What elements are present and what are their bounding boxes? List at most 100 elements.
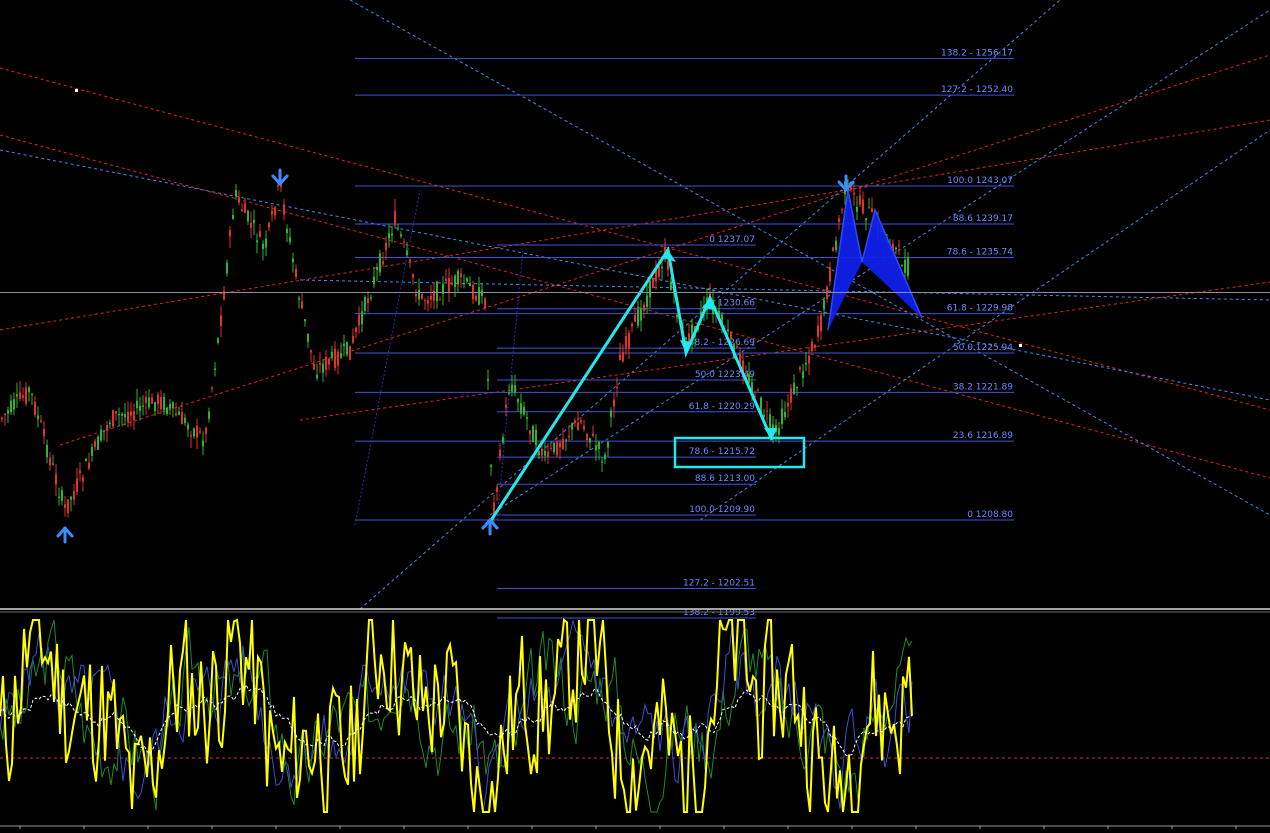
- candle-body: [295, 269, 297, 277]
- trading-chart[interactable]: 138.2 - 1256.17 127.2 - 1252.40 100.0 1243…: [0, 0, 1270, 829]
- candle-body: [346, 341, 348, 355]
- candle-body: [460, 273, 462, 278]
- candle-body: [580, 419, 582, 423]
- candle-body: [640, 308, 642, 321]
- candle-body: [727, 329, 729, 332]
- candle-body: [556, 441, 558, 456]
- candle-body: [604, 454, 606, 460]
- candle-body: [463, 283, 465, 285]
- candle-body: [316, 374, 318, 379]
- candle-body: [505, 404, 507, 408]
- candle-body: [331, 352, 333, 358]
- candle-body: [628, 332, 630, 349]
- candle-body: [418, 289, 420, 300]
- candle-body: [838, 218, 840, 222]
- candle-body: [304, 319, 306, 322]
- candle-body: [61, 490, 63, 501]
- chart-canvas[interactable]: 138.2 - 1256.17 127.2 - 1252.40 100.0 1243…: [0, 0, 1270, 829]
- candle-body: [1, 417, 3, 420]
- fib-right-label: 38.2 1221.89: [953, 382, 1013, 392]
- candle-body: [562, 438, 564, 450]
- candle-body: [400, 234, 402, 237]
- candle-body: [496, 486, 498, 492]
- candle-body: [40, 420, 42, 423]
- candle-body: [748, 373, 750, 383]
- candle-body: [511, 384, 513, 392]
- candle-body: [313, 363, 315, 370]
- candle-body: [859, 195, 861, 205]
- candle-body: [190, 435, 192, 437]
- candle-body: [250, 222, 252, 228]
- candle-body: [349, 345, 351, 360]
- candle-body: [559, 442, 561, 448]
- swing-low-arrow-icon: [56, 526, 74, 544]
- candle-body: [283, 204, 285, 215]
- fib-mid-label: 0 1237.07: [709, 235, 755, 245]
- candle-body: [151, 397, 153, 404]
- candle-body: [484, 298, 486, 309]
- candle-body: [730, 332, 732, 339]
- candle-body: [487, 378, 489, 381]
- candle-body: [307, 333, 309, 342]
- candle-body: [535, 429, 537, 446]
- candle-body: [616, 387, 618, 389]
- swing-high-arrow-icon: [271, 168, 289, 186]
- fib-mid-label: 1230.66: [718, 299, 755, 309]
- blue-trendline-5: [699, 129, 1270, 521]
- fib-right-label: 127.2 - 1252.40: [941, 85, 1013, 95]
- candle-body: [253, 219, 255, 224]
- candle-body: [634, 315, 636, 322]
- candle-body: [76, 478, 78, 492]
- candle-body: [43, 428, 45, 437]
- candle-body: [28, 387, 30, 392]
- candle-body: [286, 228, 288, 234]
- candle-body: [643, 304, 645, 311]
- candle-body: [814, 345, 816, 348]
- candle-body: [79, 470, 81, 474]
- candle-body: [802, 371, 804, 378]
- candle-body: [301, 301, 303, 309]
- candle-body: [31, 393, 33, 395]
- candle-body: [148, 397, 150, 408]
- candle-body: [850, 187, 852, 191]
- candle-body: [637, 308, 639, 326]
- candle-body: [898, 245, 900, 247]
- candle-body: [355, 327, 357, 333]
- candle-body: [388, 233, 390, 239]
- candle-body: [265, 238, 267, 248]
- candle-body: [118, 413, 120, 416]
- candle-body: [895, 247, 897, 250]
- candle-body: [22, 395, 24, 399]
- candle-body: [226, 262, 228, 274]
- price-panel[interactable]: 138.2 - 1256.17 127.2 - 1252.40 100.0 1243…: [0, 0, 1270, 619]
- candle-body: [436, 281, 438, 302]
- candle-body: [16, 394, 18, 397]
- candle-body: [796, 386, 798, 389]
- candle-body: [160, 396, 162, 410]
- candle-body: [328, 358, 330, 365]
- candle-body: [184, 417, 186, 423]
- candle-body: [904, 259, 906, 273]
- candle-body: [289, 237, 291, 242]
- candle-body: [595, 445, 597, 451]
- fib-right-label: 138.2 - 1256.17: [941, 48, 1013, 58]
- candle-body: [202, 440, 204, 447]
- harmonic-pattern[interactable]: [488, 189, 923, 523]
- candle-body: [550, 447, 552, 449]
- candle-body: [217, 338, 219, 343]
- candle-body: [592, 433, 594, 436]
- candle-body: [271, 210, 273, 215]
- candle-body: [625, 336, 627, 348]
- oscillator-panel[interactable]: [0, 618, 1270, 813]
- fib-right-label: 88.6 1239.17: [953, 214, 1013, 224]
- candle-body: [583, 425, 585, 430]
- candle-body: [163, 397, 165, 411]
- candle-body: [649, 280, 651, 297]
- red-trendline-0: [0, 67, 1270, 411]
- candle-body: [769, 414, 771, 428]
- candle-body: [598, 441, 600, 449]
- candle-body: [829, 267, 831, 282]
- candle-body: [229, 230, 231, 237]
- candle-body: [241, 209, 243, 212]
- fib-retracement-right[interactable]: 138.2 - 1256.17 127.2 - 1252.40 100.0 1243…: [355, 48, 1014, 521]
